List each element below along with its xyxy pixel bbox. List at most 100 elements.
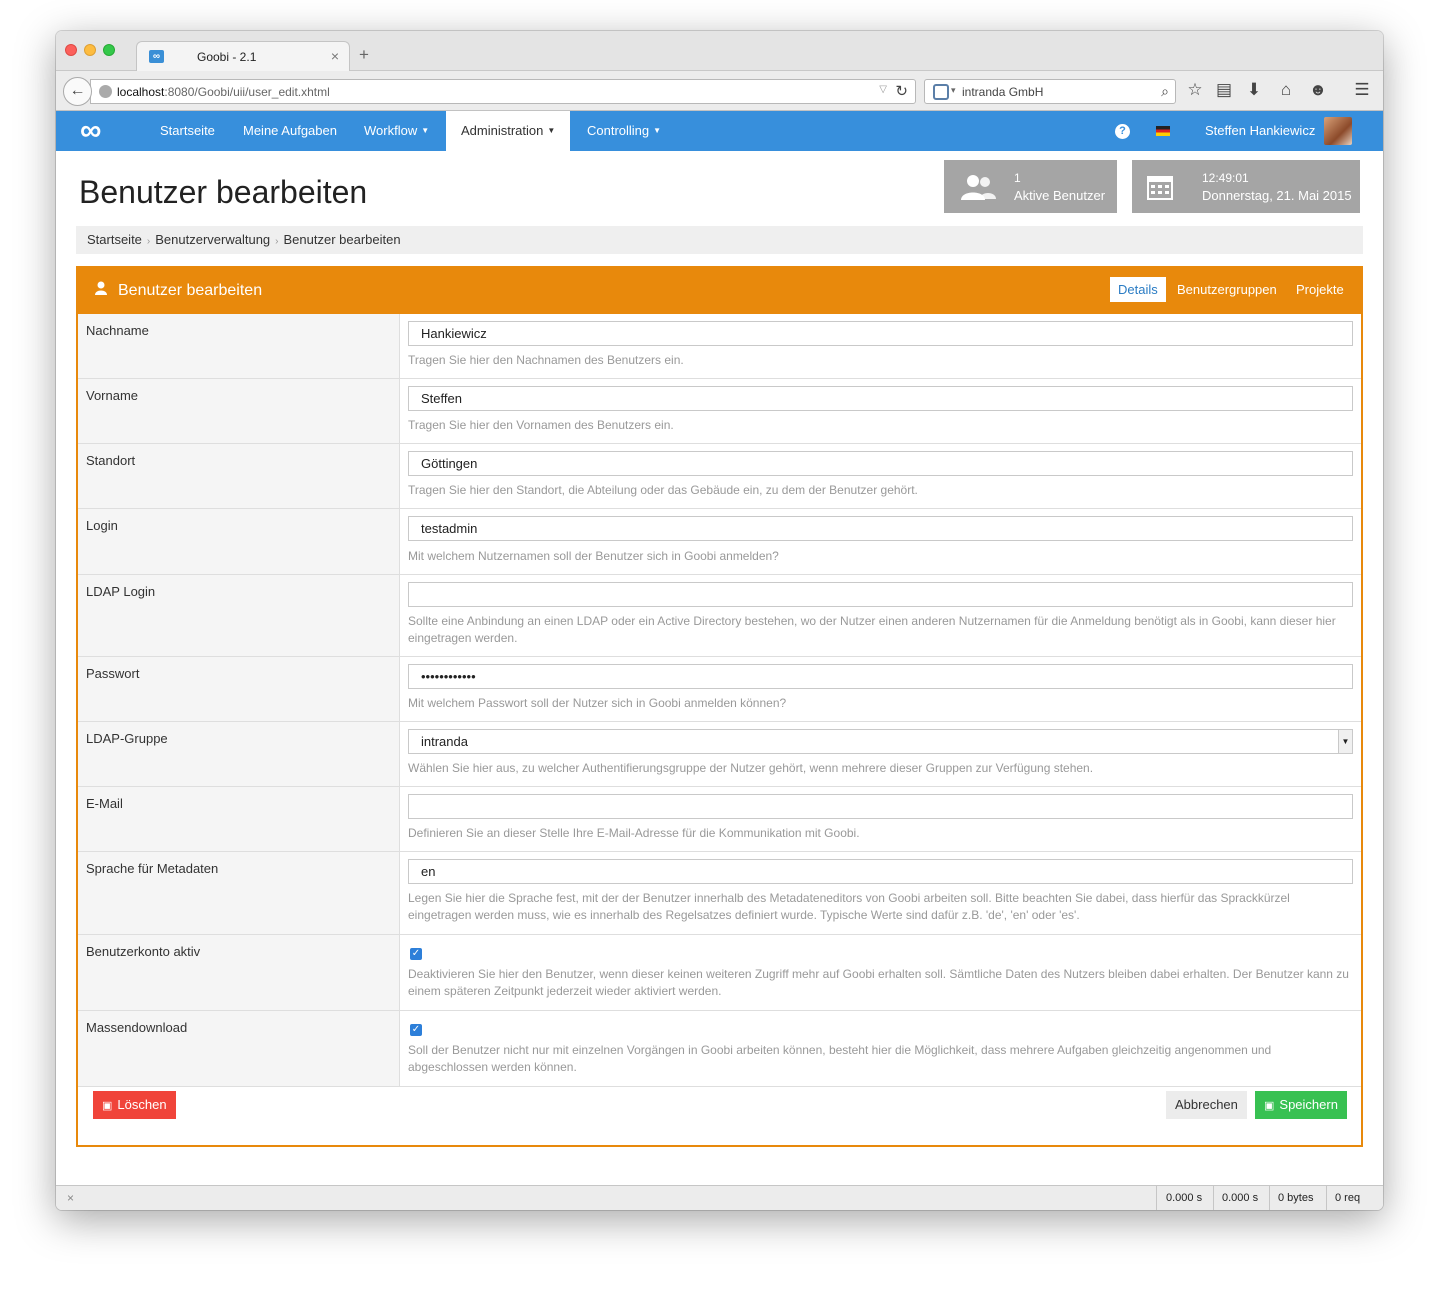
- label-standort: Standort: [78, 444, 400, 508]
- german-flag-icon[interactable]: [1156, 126, 1170, 136]
- help-standort: Tragen Sie hier den Standort, die Abteil…: [408, 483, 918, 497]
- status-bytes: 0 bytes: [1278, 1192, 1314, 1204]
- nachname-input[interactable]: Hankiewicz: [408, 321, 1353, 346]
- bookmark-star-icon[interactable]: ☆: [1184, 80, 1206, 100]
- delete-button[interactable]: ▣ Löschen: [93, 1091, 176, 1119]
- reload-icon[interactable]: ↻: [895, 82, 908, 100]
- minimize-window-button[interactable]: [84, 44, 96, 56]
- label-email: E-Mail: [78, 787, 400, 851]
- active-users-box: 1 Aktive Benutzer: [944, 160, 1117, 213]
- save-button[interactable]: ▣ Speichern: [1255, 1091, 1347, 1119]
- search-engine-icon[interactable]: [933, 84, 949, 100]
- close-tab-icon[interactable]: ×: [331, 48, 339, 64]
- current-time: 12:49:01: [1202, 171, 1249, 185]
- divider: [1269, 1186, 1270, 1210]
- login-input[interactable]: testadmin: [408, 516, 1353, 541]
- url-input[interactable]: localhost:8080/Goobi/uii/user_edit.xhtml…: [90, 79, 916, 104]
- user-name[interactable]: Steffen Hankiewicz: [1205, 111, 1315, 151]
- reading-list-icon[interactable]: ▤: [1213, 80, 1235, 100]
- nav-workflow[interactable]: Workflow ▼: [349, 111, 444, 151]
- tab-details[interactable]: Details: [1110, 277, 1166, 302]
- ldap-login-input[interactable]: [408, 582, 1353, 607]
- caret-down-icon: ▼: [547, 126, 556, 135]
- label-sprache: Sprache für Metadaten: [78, 852, 400, 934]
- breadcrumb-item-current: Benutzer bearbeiten: [283, 232, 401, 247]
- panel-header: Benutzer bearbeiten Details Benutzergrup…: [78, 268, 1361, 314]
- label-vorname: Vorname: [78, 379, 400, 443]
- breadcrumb-item-benutzerverwaltung[interactable]: Benutzerverwaltung: [155, 232, 270, 247]
- user-icon: [94, 281, 108, 298]
- ldap-gruppe-select[interactable]: intranda ▼: [408, 729, 1353, 754]
- row-email: E-Mail Definieren Sie an dieser Stelle I…: [78, 787, 1361, 852]
- nav-startseite[interactable]: Startseite: [145, 111, 230, 151]
- help-sprache: Legen Sie hier die Sprache fest, mit der…: [408, 891, 1290, 922]
- divider: [1326, 1186, 1327, 1210]
- label-nachname: Nachname: [78, 314, 400, 378]
- ldap-gruppe-value: intranda: [421, 734, 468, 749]
- label-login: Login: [78, 509, 400, 574]
- url-dropdown-icon[interactable]: ▽: [879, 84, 887, 95]
- row-ldap-gruppe: LDAP-Gruppe intranda ▼ Wählen Sie hier au…: [78, 722, 1361, 787]
- search-icon[interactable]: ⌕: [1161, 83, 1169, 100]
- row-standort: Standort Göttingen Tragen Sie hier den S…: [78, 444, 1361, 509]
- browser-window: ∞ Goobi - 2.1 × + localhost:8080/Goobi/u…: [56, 31, 1383, 1210]
- search-text: intranda GmbH: [962, 85, 1044, 99]
- users-icon: [958, 173, 998, 205]
- help-login: Mit welchem Nutzernamen soll der Benutze…: [408, 549, 779, 563]
- tab-title: Goobi - 2.1: [197, 50, 257, 64]
- help-icon[interactable]: ?: [1115, 124, 1130, 139]
- vorname-input[interactable]: Steffen: [408, 386, 1353, 411]
- tab-projekte[interactable]: Projekte: [1288, 277, 1352, 302]
- massendownload-checkbox[interactable]: ✓: [410, 1024, 422, 1036]
- browser-tab[interactable]: ∞ Goobi - 2.1 ×: [136, 41, 350, 72]
- status-bar: × 0.000 s 0.000 s 0 bytes 0 req: [56, 1185, 1383, 1210]
- zoom-window-button[interactable]: [103, 44, 115, 56]
- email-field[interactable]: [408, 794, 1353, 819]
- row-passwort: Passwort •••••••••••• Mit welchem Passwo…: [78, 657, 1361, 722]
- chevron-down-icon: ▾: [951, 85, 956, 95]
- caret-down-icon: ▼: [653, 126, 662, 135]
- label-ldap-gruppe: LDAP-Gruppe: [78, 722, 400, 786]
- search-input[interactable]: ▾ intranda GmbH ⌕: [924, 79, 1176, 104]
- close-icon[interactable]: ×: [67, 1191, 74, 1205]
- sprache-input[interactable]: en: [408, 859, 1353, 884]
- main-navbar: ∞ Startseite Meine Aufgaben Workflow ▼ Ad…: [56, 111, 1383, 151]
- goobi-logo-icon[interactable]: ∞: [80, 116, 101, 146]
- nav-controlling-label: Controlling: [587, 123, 650, 138]
- home-icon[interactable]: ⌂: [1275, 80, 1297, 100]
- avatar[interactable]: [1324, 117, 1352, 145]
- hamburger-menu-icon[interactable]: ☰: [1351, 80, 1373, 100]
- download-icon[interactable]: ⬇: [1243, 80, 1265, 100]
- divider: [1156, 1186, 1157, 1210]
- breadcrumb-item-startseite[interactable]: Startseite: [87, 232, 142, 247]
- passwort-input[interactable]: ••••••••••••: [408, 664, 1353, 689]
- url-host: localhost: [117, 85, 165, 99]
- cancel-button[interactable]: Abbrechen: [1166, 1091, 1247, 1119]
- goobi-favicon-icon: ∞: [149, 50, 164, 63]
- close-window-button[interactable]: [65, 44, 77, 56]
- nav-controlling[interactable]: Controlling ▼: [572, 111, 676, 151]
- nav-meine-aufgaben[interactable]: Meine Aufgaben: [228, 111, 352, 151]
- save-label: Speichern: [1279, 1097, 1338, 1112]
- chat-icon[interactable]: ☻: [1307, 80, 1329, 100]
- floppy-icon: ▣: [1264, 1100, 1275, 1112]
- konto-aktiv-checkbox[interactable]: ✓: [410, 948, 422, 960]
- label-konto-aktiv: Benutzerkonto aktiv: [78, 935, 400, 1010]
- new-tab-button[interactable]: +: [359, 45, 369, 65]
- delete-label: Löschen: [117, 1097, 167, 1112]
- chevron-down-icon[interactable]: ▼: [1338, 730, 1352, 753]
- row-sprache: Sprache für Metadaten en Legen Sie hier …: [78, 852, 1361, 935]
- label-passwort: Passwort: [78, 657, 400, 721]
- help-nachname: Tragen Sie hier den Nachnamen des Benutz…: [408, 353, 684, 367]
- help-ldap-gruppe: Wählen Sie hier aus, zu welcher Authenti…: [408, 761, 1094, 775]
- url-path: :8080/Goobi/uii/user_edit.xhtml: [164, 85, 330, 99]
- tab-benutzergruppen[interactable]: Benutzergruppen: [1169, 277, 1285, 302]
- back-button[interactable]: ←: [63, 77, 92, 106]
- datetime-box: 12:49:01 Donnerstag, 21. Mai 2015: [1132, 160, 1360, 213]
- nav-administration[interactable]: Administration ▼: [446, 111, 571, 151]
- standort-input[interactable]: Göttingen: [408, 451, 1353, 476]
- help-vorname: Tragen Sie hier den Vornamen des Benutze…: [408, 418, 674, 432]
- globe-icon: [99, 85, 112, 98]
- caret-down-icon: ▼: [421, 126, 430, 135]
- row-vorname: Vorname Steffen Tragen Sie hier den Vorn…: [78, 379, 1361, 444]
